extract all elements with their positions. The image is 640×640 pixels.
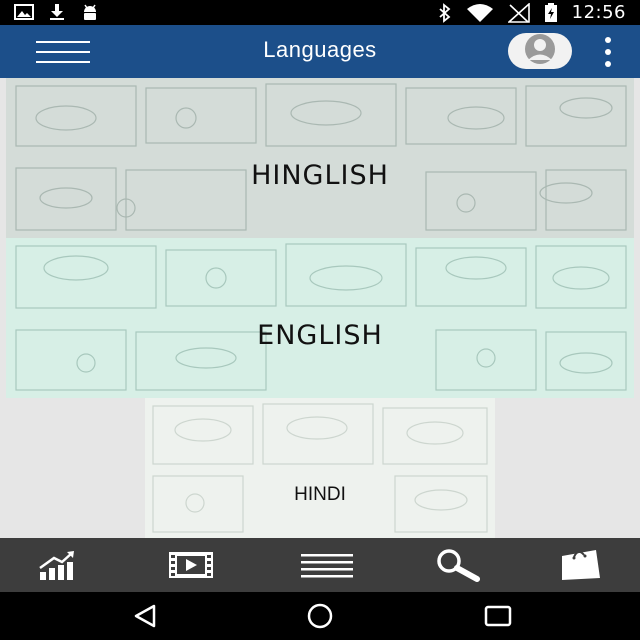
status-time: 12:56: [571, 2, 626, 23]
search-icon[interactable]: [432, 548, 482, 582]
language-label: HINGLISH: [251, 160, 389, 191]
app-bar: Languages: [0, 25, 640, 78]
language-label: HINDI: [294, 484, 346, 505]
film-icon[interactable]: [166, 548, 216, 582]
wifi-icon: [466, 3, 493, 22]
trending-chart-icon[interactable]: [36, 548, 86, 582]
image-icon: [14, 4, 34, 20]
battery-charging-icon: [544, 2, 557, 22]
back-icon[interactable]: [126, 602, 166, 630]
comic-background-image: [15, 83, 627, 231]
comic-background-image: [15, 243, 627, 391]
home-icon[interactable]: [300, 602, 340, 630]
language-tile-hindi[interactable]: HINDI: [145, 398, 495, 538]
signal-icon: [507, 2, 530, 23]
more-vert-icon[interactable]: [600, 37, 616, 67]
language-tile-hinglish[interactable]: HINGLISH: [6, 78, 634, 238]
bottom-action-bar: [0, 538, 640, 592]
shopping-bag-icon[interactable]: [556, 548, 606, 582]
android-icon: [84, 4, 96, 20]
recents-icon[interactable]: [478, 602, 518, 630]
avatar-icon[interactable]: [508, 33, 572, 69]
language-label: ENGLISH: [257, 320, 383, 351]
download-icon: [50, 4, 64, 20]
language-tile-english[interactable]: ENGLISH: [6, 238, 634, 398]
system-nav-bar: [0, 592, 640, 640]
comic-background-image: [152, 403, 488, 533]
status-bar: 12:56: [0, 0, 640, 25]
list-icon[interactable]: [300, 548, 354, 582]
bluetooth-icon: [439, 2, 451, 23]
